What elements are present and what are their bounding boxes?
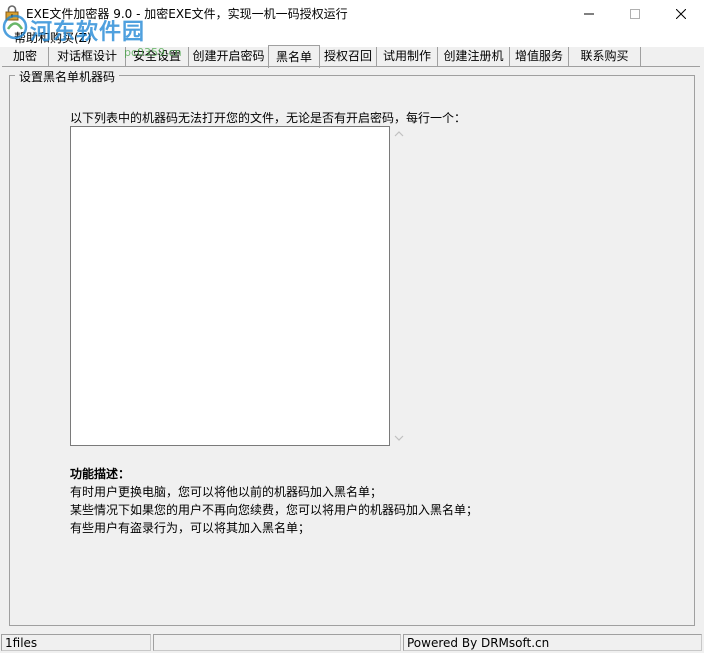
- close-button[interactable]: [658, 0, 704, 27]
- minimize-icon: [584, 13, 594, 14]
- description-line: 有时用户更换电脑，您可以将他以前的机器码加入黑名单；: [70, 485, 383, 499]
- tab-value-added-services[interactable]: 增值服务: [510, 47, 569, 66]
- scroll-up-icon[interactable]: [394, 130, 404, 138]
- status-powered-by: Powered By DRMsoft.cn: [403, 634, 702, 651]
- tab-create-open-password[interactable]: 创建开启密码: [189, 47, 269, 66]
- status-files-count: 1files: [1, 634, 151, 651]
- watermark-text: 河东软件园: [30, 20, 146, 45]
- tab-encrypt[interactable]: 加密: [2, 47, 49, 66]
- tab-bar: 加密 对话框设计 安全设置 创建开启密码 黑名单 授权召回 试用制作 创建注册机…: [2, 45, 702, 68]
- tab-trial-creation[interactable]: 试用制作: [377, 47, 438, 66]
- minimize-button[interactable]: [566, 0, 612, 27]
- maximize-button[interactable]: [612, 0, 658, 27]
- groupbox-title: 设置黑名单机器码: [15, 68, 120, 85]
- maximize-icon: [630, 8, 640, 19]
- status-middle-pane: [153, 634, 401, 651]
- watermark-logo-icon: [2, 14, 28, 40]
- tab-contact-purchase[interactable]: 联系购买: [569, 47, 641, 66]
- scroll-down-icon[interactable]: [394, 434, 404, 442]
- blacklist-machine-codes-textarea[interactable]: [70, 126, 390, 446]
- description-line: 某些情况下如果您的用户不再向您续费，您可以将用户的机器码加入黑名单；: [70, 503, 479, 517]
- close-icon: [676, 8, 686, 19]
- watermark-subtext: pc0359.cn: [124, 46, 182, 59]
- blacklist-instruction: 以下列表中的机器码无法打开您的文件，无论是否有开启密码，每行一个：: [70, 111, 467, 125]
- tab-create-keygen[interactable]: 创建注册机: [438, 47, 510, 66]
- tab-baseline: [2, 66, 700, 67]
- status-bar: 1files Powered By DRMsoft.cn: [0, 633, 704, 653]
- description-line: 有些用户有盗录行为，可以将其加入黑名单；: [70, 521, 311, 535]
- tab-dialog-design[interactable]: 对话框设计: [49, 47, 126, 66]
- tab-blacklist[interactable]: 黑名单: [268, 45, 320, 68]
- description-heading: 功能描述：: [70, 467, 131, 481]
- tab-license-recall[interactable]: 授权召回: [320, 47, 377, 66]
